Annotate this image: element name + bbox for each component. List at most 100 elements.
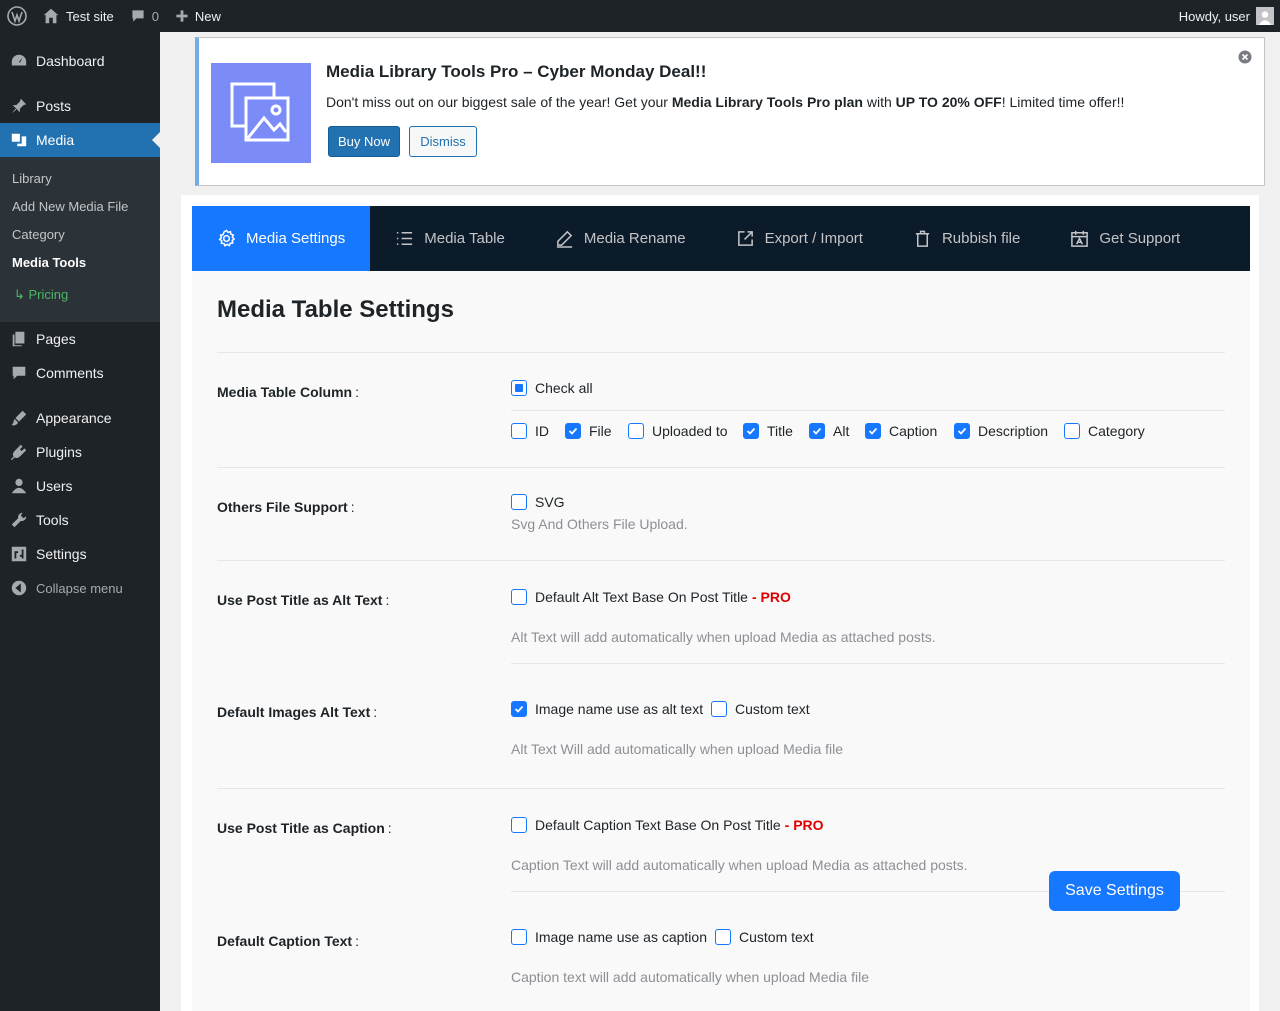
column-checkbox[interactable] (628, 423, 644, 439)
menu-item-posts[interactable]: Posts (0, 89, 160, 123)
column-option-caption[interactable]: Caption (865, 423, 937, 439)
submenu-item-pricing[interactable]: ↳ Pricing (0, 276, 160, 314)
column-checkbox[interactable] (954, 423, 970, 439)
option-label: Caption (889, 423, 938, 439)
settings-tabbar: Media Settings Media Table Media Rename … (192, 206, 1250, 271)
site-name-link[interactable]: Test site (34, 0, 122, 32)
alt-custom-text-option[interactable]: Custom text (711, 701, 810, 717)
tab-media-rename[interactable]: Media Rename (530, 206, 711, 271)
dismiss-button[interactable]: Dismiss (409, 126, 477, 157)
tab-label: Media Rename (583, 230, 686, 247)
alt-image-name-option[interactable]: Image name use as alt text (511, 701, 703, 717)
svg-checkbox[interactable] (511, 494, 527, 510)
plugin-icon (9, 442, 29, 462)
label-colon: : (385, 592, 390, 608)
alt-post-title-option[interactable]: Default Alt Text Base On Post Title - PRO (511, 589, 791, 605)
menu-item-appearance[interactable]: Appearance (0, 401, 160, 435)
external-link-icon (737, 231, 753, 246)
column-checkbox[interactable] (743, 423, 759, 439)
menu-item-tools[interactable]: Tools (0, 503, 160, 537)
column-option-id[interactable]: ID (511, 423, 549, 439)
option-label: SVG (535, 494, 565, 510)
menu-item-plugins[interactable]: Plugins (0, 435, 160, 469)
column-option-uploaded-to[interactable]: Uploaded to (628, 423, 728, 439)
column-option-file[interactable]: File (565, 423, 612, 439)
checkmark-icon (568, 427, 578, 435)
label-text: Use Post Title as Caption (217, 820, 385, 836)
user-icon (9, 476, 29, 496)
caption-image-name-option[interactable]: Image name use as caption (511, 929, 707, 945)
my-account-link[interactable]: Howdy, user (1171, 0, 1280, 32)
menu-item-label: Posts (36, 98, 72, 114)
divider (511, 410, 1225, 411)
alt-custom-text-checkbox[interactable] (711, 701, 727, 717)
trash-icon (915, 230, 930, 247)
alt-post-title-checkbox[interactable] (511, 589, 527, 605)
wrench-icon (9, 510, 29, 530)
menu-item-comments[interactable]: Comments (0, 356, 160, 390)
column-option-description[interactable]: Description (954, 423, 1048, 439)
submenu-item-category[interactable]: Category (0, 220, 160, 248)
menu-item-media[interactable]: Media (0, 123, 160, 157)
save-settings-button[interactable]: Save Settings (1049, 871, 1180, 911)
site-name: Test site (66, 8, 114, 24)
label-colon: : (387, 820, 392, 836)
menu-item-settings[interactable]: Settings (0, 537, 160, 571)
notice-text-part: Don't miss out on our biggest sale of th… (326, 94, 672, 110)
comments-count: 0 (151, 8, 159, 24)
caption-custom-text-checkbox[interactable] (715, 929, 731, 945)
default-alt-description: Alt Text Will add automatically when upl… (511, 741, 844, 757)
caption-custom-text-option[interactable]: Custom text (715, 929, 814, 945)
option-label: Uploaded to (652, 423, 728, 439)
tab-media-table[interactable]: Media Table (370, 206, 530, 271)
label-text: Others File Support (217, 499, 348, 515)
column-option-alt[interactable]: Alt (809, 423, 849, 439)
tab-label: Media Table (424, 230, 505, 247)
tab-export-import[interactable]: Export / Import (711, 206, 888, 271)
checkmark-icon (746, 427, 756, 435)
new-content-link[interactable]: New (167, 0, 229, 32)
divider (217, 467, 1225, 468)
menu-item-dashboard[interactable]: Dashboard (0, 44, 160, 78)
others-file-support-label: Others File Support: (217, 499, 355, 515)
column-option-category[interactable]: Category (1064, 423, 1145, 439)
check-all-checkbox[interactable] (511, 380, 527, 396)
column-checkbox[interactable] (565, 423, 581, 439)
column-checkbox[interactable] (809, 423, 825, 439)
caption-post-title-option[interactable]: Default Caption Text Base On Post Title -… (511, 817, 824, 833)
close-icon[interactable] (1238, 50, 1252, 64)
tab-label: Export / Import (764, 230, 863, 247)
tab-get-support[interactable]: Get Support (1045, 206, 1205, 271)
post-title-caption-label: Use Post Title as Caption: (217, 820, 392, 836)
default-caption-label: Default Caption Text: (217, 933, 359, 949)
caption-image-name-checkbox[interactable] (511, 929, 527, 945)
column-checkbox[interactable] (865, 423, 881, 439)
buy-now-button[interactable]: Buy Now (328, 126, 400, 157)
settings-icon (9, 544, 29, 564)
caption-post-title-checkbox[interactable] (511, 817, 527, 833)
submenu-item-add-new[interactable]: Add New Media File (0, 192, 160, 220)
submenu-item-media-tools[interactable]: Media Tools (0, 248, 160, 276)
option-label: Image name use as caption (535, 929, 707, 945)
column-checkbox[interactable] (1064, 423, 1080, 439)
tab-media-settings[interactable]: Media Settings (192, 206, 371, 271)
menu-item-users[interactable]: Users (0, 469, 160, 503)
list-icon (397, 232, 413, 245)
svg-option[interactable]: SVG (511, 494, 565, 510)
submenu-item-library[interactable]: Library (0, 164, 160, 192)
tab-label: Media Settings (246, 230, 346, 247)
comments-link[interactable]: 0 (122, 0, 167, 32)
wordpress-logo-icon[interactable] (0, 0, 34, 32)
gear-icon (218, 229, 236, 247)
column-checkbox[interactable] (511, 423, 527, 439)
menu-item-pages[interactable]: Pages (0, 322, 160, 356)
collapse-menu-button[interactable]: Collapse menu (0, 571, 160, 605)
media-submenu: Library Add New Media File Category Medi… (0, 157, 160, 322)
check-all-option[interactable]: Check all (511, 380, 593, 396)
option-label: Default Alt Text Base On Post Title (535, 589, 748, 605)
alt-image-name-checkbox[interactable] (511, 701, 527, 717)
column-option-title[interactable]: Title (743, 423, 793, 439)
tab-rubbish-file[interactable]: Rubbish file (888, 206, 1045, 271)
divider (217, 560, 1225, 561)
support-icon (1071, 230, 1089, 247)
